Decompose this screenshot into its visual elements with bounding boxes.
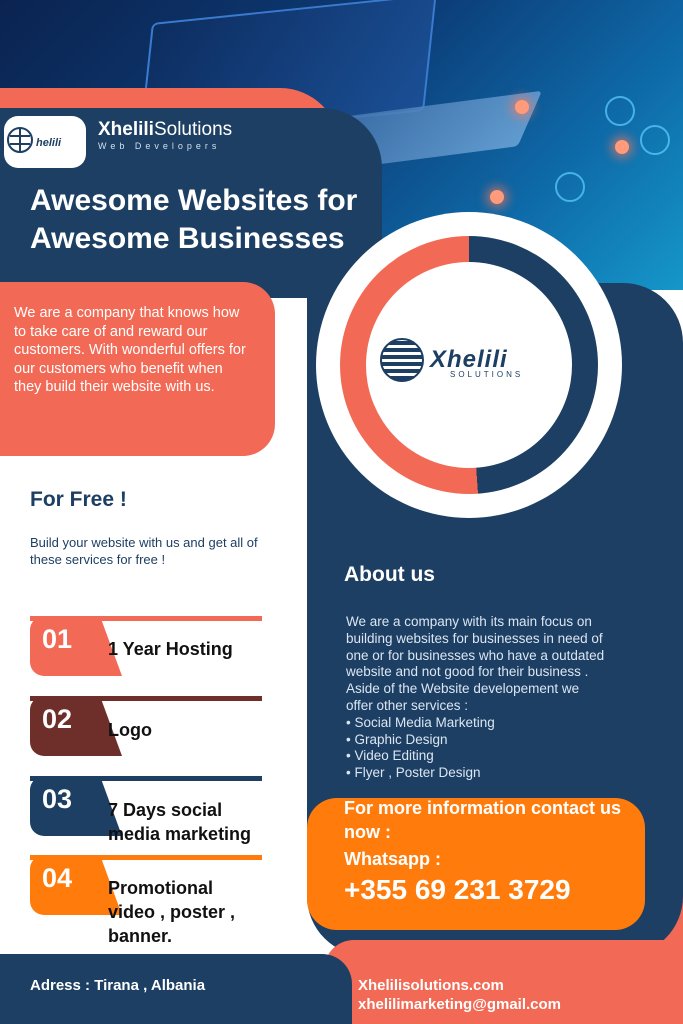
brand-name: XheliliSolutions [98, 119, 233, 140]
about-list-item: • Graphic Design [346, 731, 448, 747]
brand-logo: helili [4, 116, 86, 168]
about-title: About us [344, 563, 435, 586]
service-label: Logo [108, 720, 152, 740]
network-node-icon [615, 140, 629, 154]
whatsapp-number[interactable]: +355 69 231 3729 [344, 874, 571, 906]
free-section-title: For Free ! [30, 488, 127, 511]
page-title: Awesome Websites for Awesome Businesses [30, 184, 358, 255]
footer-address: Adress : Tirana , Albania [30, 977, 206, 994]
contact-prompt: For more information contact us now : [344, 798, 622, 842]
service-label: 1 Year Hosting [108, 639, 233, 659]
service-label: 7 Days social media marketing [108, 800, 252, 844]
service-number: 04 [30, 855, 122, 915]
service-item: 02 Logo [30, 696, 262, 756]
about-list-item: • Flyer , Poster Design [346, 765, 481, 781]
center-logo-subtitle: SOLUTIONS [450, 370, 524, 379]
brand-tagline: Web Developers [98, 141, 221, 151]
lock-icon [640, 125, 670, 155]
intro-text: We are a company that knows how to take … [14, 305, 246, 395]
mail-icon [555, 172, 585, 202]
whatsapp-label: Whatsapp : [344, 849, 441, 869]
about-list-item: • Social Media Marketing [346, 714, 495, 730]
network-node-icon [490, 190, 504, 204]
about-list-item: • Video Editing [346, 748, 434, 764]
svg-text:helili: helili [36, 137, 62, 149]
service-item: 04 Promotional video , poster , banner. [30, 855, 262, 946]
network-node-icon [515, 100, 529, 114]
globe-icon [380, 338, 424, 382]
about-body: We are a company with its main focus on … [346, 614, 605, 713]
about-text: We are a company with its main focus on … [346, 614, 608, 782]
service-item: 01 1 Year Hosting [30, 616, 262, 676]
footer-email-link[interactable]: xhelilimarketing@gmail.com [358, 996, 561, 1013]
service-number: 02 [30, 696, 122, 756]
service-number: 03 [30, 776, 122, 836]
free-section-description: Build your website with us and get all o… [30, 535, 258, 567]
service-item: 03 7 Days social media marketing [30, 776, 262, 844]
footer-website-link[interactable]: Xhelilisolutions.com [358, 977, 504, 994]
service-number: 01 [30, 616, 122, 676]
service-label: Promotional video , poster , banner. [108, 878, 236, 946]
cloud-icon [605, 96, 635, 126]
